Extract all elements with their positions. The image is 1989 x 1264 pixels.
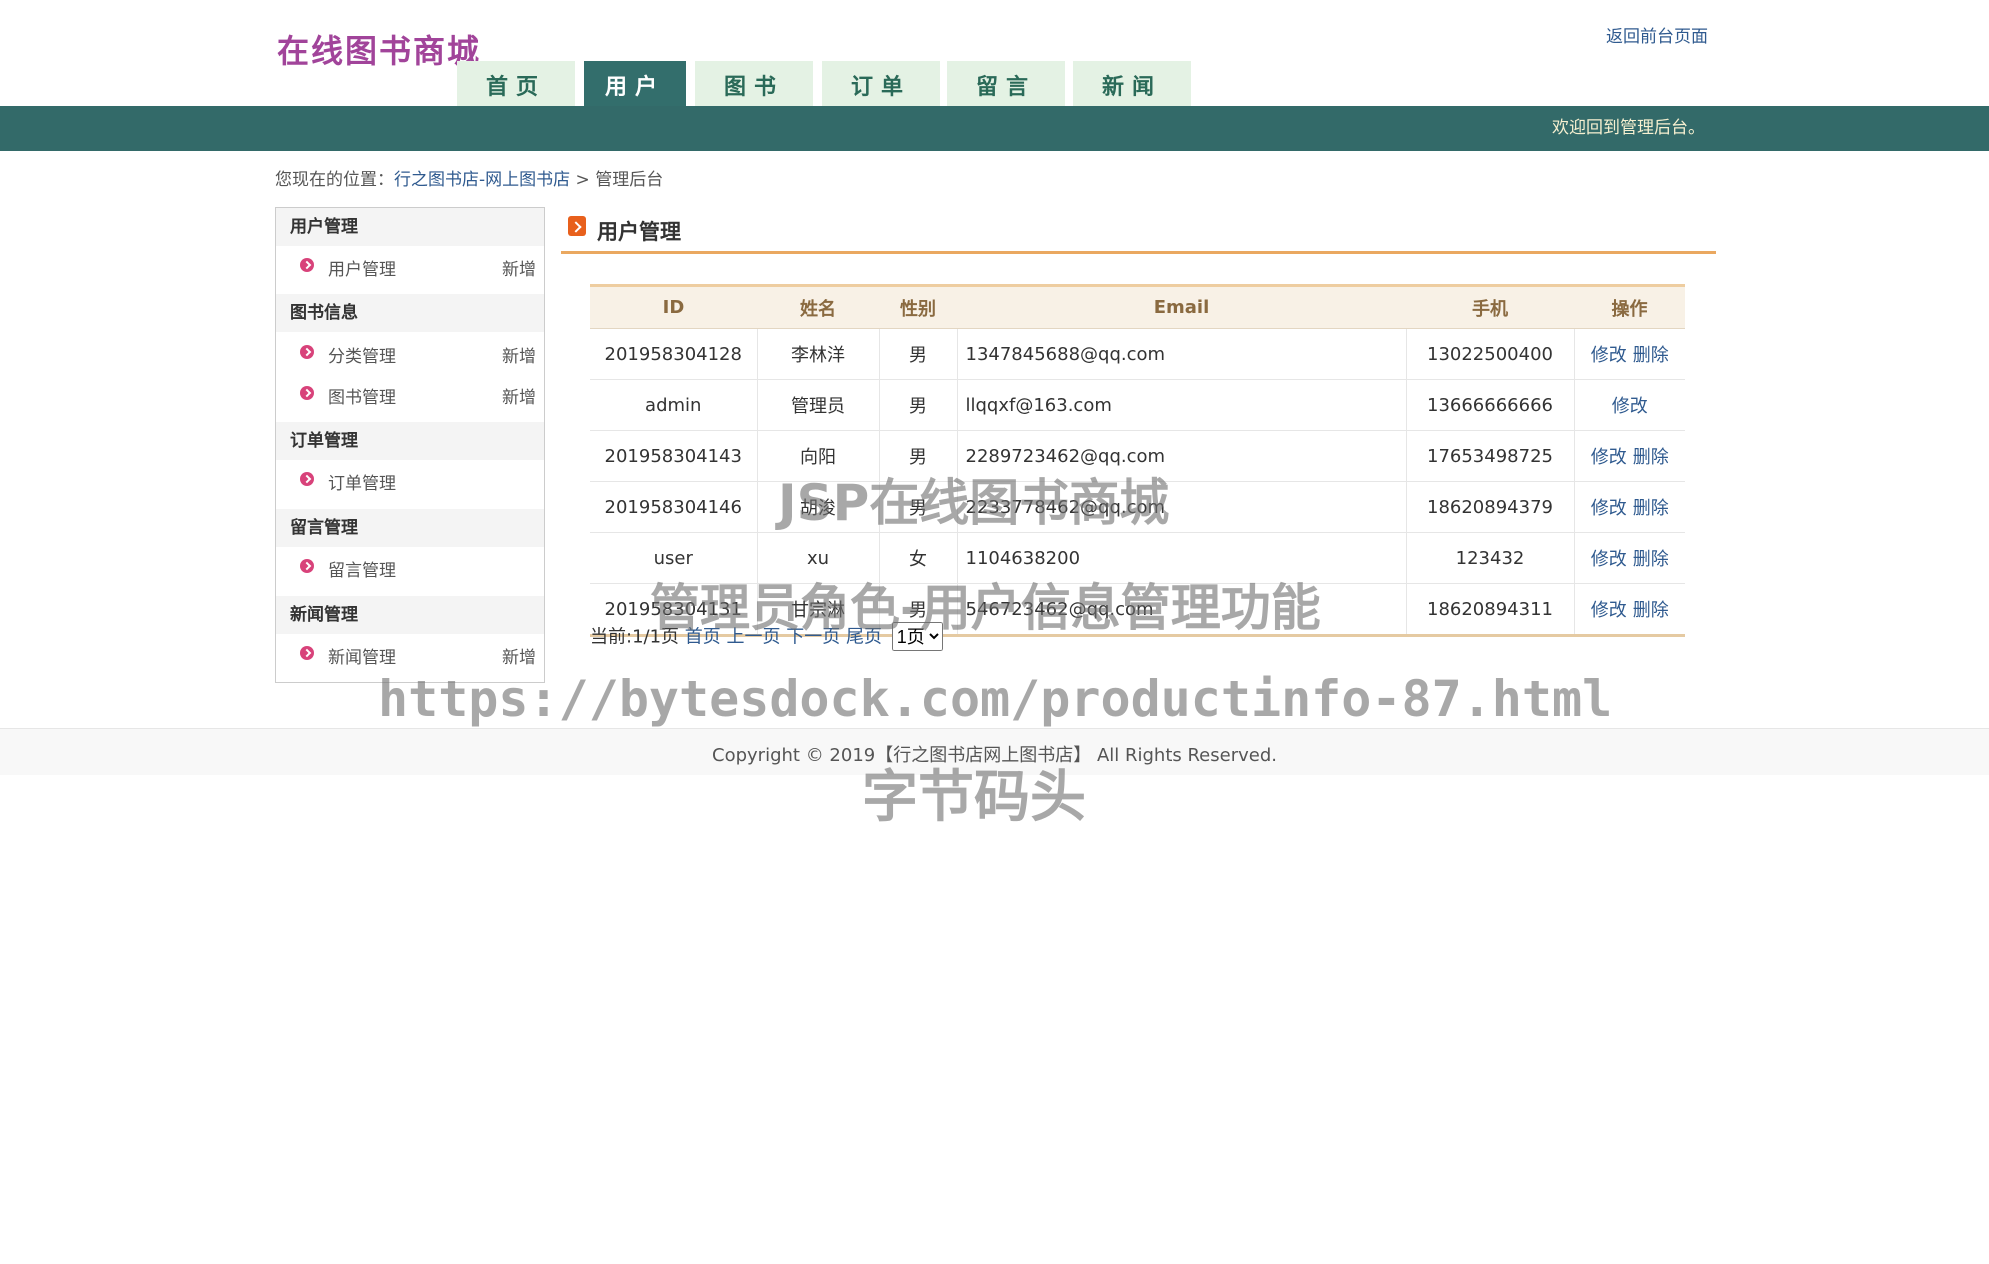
cell-name: 管理员 (757, 379, 880, 431)
welcome-text: 欢迎回到管理后台。 (1552, 118, 1705, 138)
tab-messages[interactable]: 留言 (947, 61, 1065, 106)
sidebar-item-book-manage: 图书管理 新增 (276, 376, 544, 416)
column-header-name: 姓名 (757, 284, 879, 329)
sidebar-item-label[interactable]: 新闻管理 (328, 643, 396, 668)
breadcrumb-current: 管理后台 (595, 170, 664, 190)
table-row: admin 管理员 男 llqqxf@163.com 13666666666 修… (590, 379, 1685, 431)
sidebar-item-label[interactable]: 分类管理 (328, 342, 396, 367)
bullet-icon (300, 345, 314, 359)
delete-link[interactable]: 删除 (1633, 498, 1669, 519)
cell-id: 201958304143 (590, 430, 758, 482)
breadcrumb-separator: > (570, 170, 596, 190)
tab-orders[interactable]: 订单 (822, 61, 940, 106)
back-to-frontend-link[interactable]: 返回前台页面 (1606, 22, 1708, 47)
cell-id: 201958304128 (590, 328, 758, 380)
breadcrumb-home-link[interactable]: 行之图书店-网上图书店 (394, 170, 570, 190)
edit-link[interactable]: 修改 (1591, 498, 1627, 519)
cell-id: admin (590, 379, 758, 431)
bullet-icon (300, 258, 314, 272)
cell-phone: 18620894379 (1406, 481, 1575, 533)
bullet-icon (300, 472, 314, 486)
sidebar-add-link[interactable]: 新增 (502, 255, 536, 280)
bullet-icon (300, 386, 314, 400)
cell-phone: 13666666666 (1406, 379, 1575, 431)
tab-news[interactable]: 新闻 (1073, 61, 1191, 106)
watermark-line-1: JSP在线图书商城 (778, 474, 1170, 532)
edit-link[interactable]: 修改 (1591, 345, 1627, 366)
delete-link[interactable]: 删除 (1633, 345, 1669, 366)
cell-phone: 18620894311 (1406, 583, 1575, 637)
top-banner: 欢迎回到管理后台。 (0, 106, 1989, 151)
bullet-icon (300, 646, 314, 660)
delete-link[interactable]: 删除 (1633, 549, 1669, 570)
column-header-actions: 操作 (1574, 284, 1685, 329)
cell-email: llqqxf@163.com (957, 379, 1407, 431)
cell-gender: 男 (879, 379, 958, 431)
cell-phone: 13022500400 (1406, 328, 1575, 380)
tab-users[interactable]: 用户 (584, 61, 686, 106)
cell-actions: 修改 删除 (1574, 583, 1685, 637)
cell-phone: 123432 (1406, 532, 1575, 584)
sidebar-item-label[interactable]: 订单管理 (328, 469, 396, 494)
site-logo: 在线图书商城 (277, 32, 482, 70)
cell-phone: 17653498725 (1406, 430, 1575, 482)
sidebar-item-label[interactable]: 留言管理 (328, 556, 396, 581)
sidebar-group-orders: 订单管理 (276, 422, 544, 460)
edit-link[interactable]: 修改 (1591, 600, 1627, 621)
sidebar-group-users: 用户管理 (276, 208, 544, 246)
sidebar-add-link[interactable]: 新增 (502, 383, 536, 408)
delete-link[interactable]: 删除 (1633, 447, 1669, 468)
cell-actions: 修改 删除 (1574, 481, 1685, 533)
sidebar-item-label[interactable]: 图书管理 (328, 383, 396, 408)
table-row: 201958304128 李林洋 男 1347845688@qq.com 130… (590, 328, 1685, 380)
sidebar-add-link[interactable]: 新增 (502, 342, 536, 367)
column-header-gender: 性别 (879, 284, 957, 329)
edit-link[interactable]: 修改 (1591, 447, 1627, 468)
page-title: 用户管理 (597, 220, 681, 244)
watermark-brand: 字节码头 (862, 765, 1086, 830)
sidebar-item-user-manage: 用户管理 新增 (276, 248, 544, 288)
sidebar-group-books: 图书信息 (276, 294, 544, 332)
edit-link[interactable]: 修改 (1591, 549, 1627, 570)
cell-actions: 修改 (1574, 379, 1685, 431)
sidebar-group-messages: 留言管理 (276, 509, 544, 547)
watermark-url: https://bytesdock.com/productinfo-87.htm… (378, 670, 1613, 728)
sidebar-item-message-manage: 留言管理 (276, 549, 544, 589)
cell-name: 李林洋 (757, 328, 880, 380)
delete-link[interactable]: 删除 (1633, 600, 1669, 621)
arrow-right-icon (568, 216, 586, 236)
edit-link[interactable]: 修改 (1612, 396, 1648, 417)
cell-id: 201958304146 (590, 481, 758, 533)
breadcrumb-prefix: 您现在的位置： (275, 170, 394, 190)
bullet-icon (300, 559, 314, 573)
breadcrumb: 您现在的位置：行之图书店-网上图书店 > 管理后台 (275, 165, 663, 190)
cell-email: 1347845688@qq.com (957, 328, 1407, 380)
sidebar-add-link[interactable]: 新增 (502, 643, 536, 668)
column-header-id: ID (590, 284, 757, 329)
sidebar-item-order-manage: 订单管理 (276, 462, 544, 502)
watermark-line-2: 管理员角色-用户信息管理功能 (650, 579, 1321, 637)
cell-actions: 修改 删除 (1574, 328, 1685, 380)
column-header-email: Email (957, 284, 1406, 329)
cell-actions: 修改 删除 (1574, 532, 1685, 584)
sidebar-item-category-manage: 分类管理 新增 (276, 335, 544, 375)
cell-actions: 修改 删除 (1574, 430, 1685, 482)
column-header-phone: 手机 (1406, 284, 1574, 329)
sidebar-group-news: 新闻管理 (276, 596, 544, 634)
table-header-row: ID 姓名 性别 Email 手机 操作 (590, 284, 1685, 329)
tab-home[interactable]: 首页 (457, 61, 575, 106)
tab-books[interactable]: 图书 (695, 61, 813, 106)
sidebar-item-label[interactable]: 用户管理 (328, 255, 396, 280)
cell-gender: 男 (879, 328, 958, 380)
sidebar: 用户管理 用户管理 新增 图书信息 分类管理 新增 图书管理 新增 订单管理 订… (275, 207, 545, 683)
title-divider (561, 251, 1716, 254)
